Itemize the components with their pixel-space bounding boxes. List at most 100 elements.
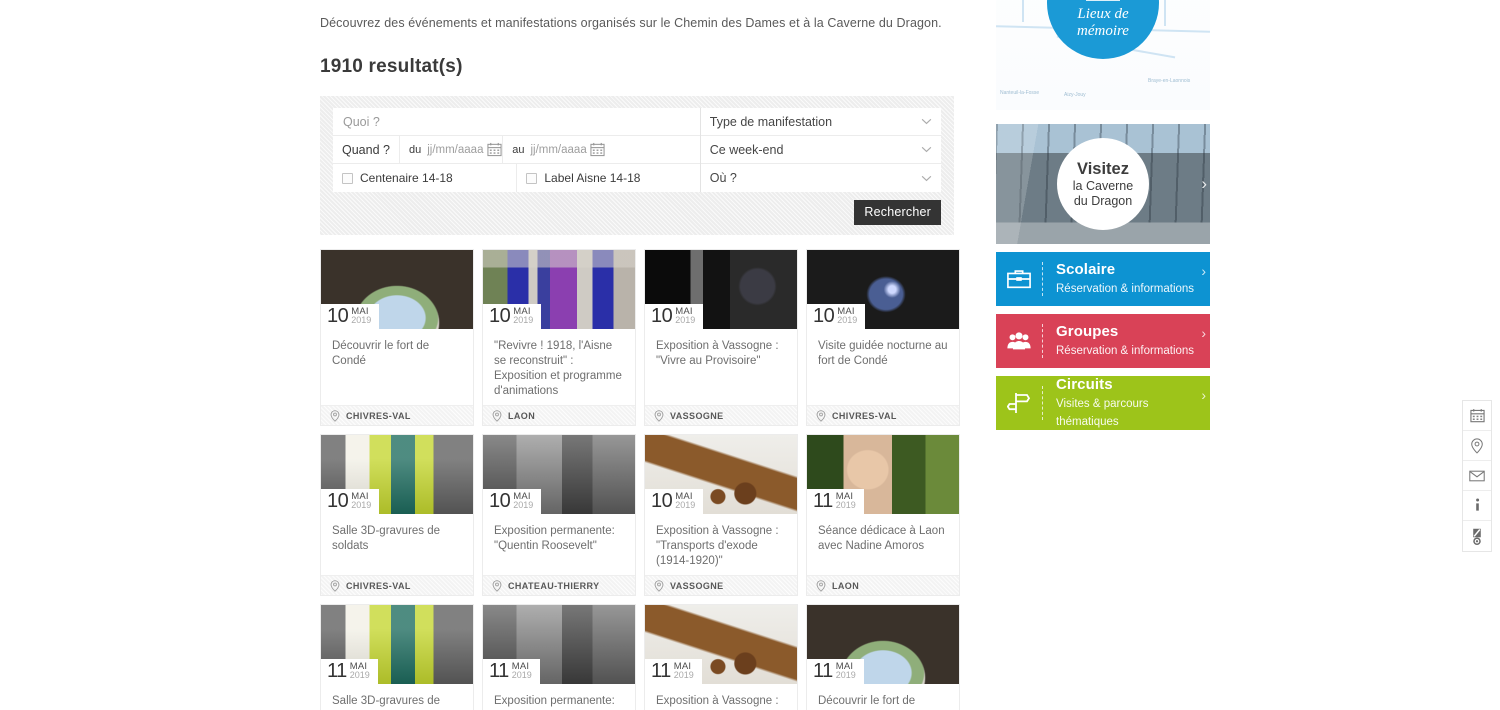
event-title: Exposition permanente: "Quentin Roosevel… bbox=[494, 695, 615, 707]
select-where[interactable]: Où ? bbox=[701, 164, 941, 192]
search-form-left: Quand ? du bbox=[333, 108, 700, 192]
microphone-icon bbox=[1473, 528, 1481, 545]
sidebar-button-scolaire[interactable]: Scolaire Réservation & informations › bbox=[996, 252, 1210, 306]
location-pin-icon bbox=[492, 579, 502, 592]
location-pin-icon bbox=[654, 579, 664, 592]
checkbox-centenaire[interactable]: Centenaire 14-18 bbox=[333, 164, 516, 192]
event-card-media: 11 MAI 2019 bbox=[483, 605, 635, 684]
event-card[interactable]: 11MAI2019 Salle 3D-gravures de soldats bbox=[320, 604, 474, 710]
event-card[interactable]: 10 MAI 2019 Visite guidée nocturne au fort … bbox=[806, 249, 960, 426]
event-date-day: 10 bbox=[651, 305, 673, 327]
event-date-badge: 10 MAI 2019 bbox=[321, 489, 380, 514]
toolbar-calendar-button[interactable] bbox=[1463, 401, 1491, 431]
search-input[interactable] bbox=[333, 108, 700, 135]
toolbar-audio-button[interactable] bbox=[1463, 521, 1491, 551]
event-card-media: 11 MAI 2019 bbox=[645, 605, 797, 684]
event-date-badge: 11 MAI 2019 bbox=[807, 659, 864, 684]
event-date-day: 10 bbox=[813, 305, 835, 327]
event-location: VASSOGNE bbox=[645, 575, 797, 595]
event-card-media: 11 MAI 2019 bbox=[807, 605, 959, 684]
event-location: CHIVRES-VAL bbox=[321, 575, 473, 595]
event-location-text: LAON bbox=[832, 580, 860, 591]
select-when[interactable]: Ce week-end bbox=[700, 136, 941, 164]
briefcase-icon bbox=[1007, 270, 1031, 289]
caverne-line-3: du Dragon bbox=[1073, 193, 1133, 208]
date-to-cell: au bbox=[502, 135, 606, 164]
event-date-day: 11 bbox=[489, 660, 509, 682]
event-title: Exposition à Vassogne : "Transports d'ex… bbox=[656, 525, 779, 567]
toolbar-contact-button[interactable] bbox=[1463, 461, 1491, 491]
event-date-year: 2019 bbox=[511, 670, 532, 680]
event-date-badge: 10 MAI 2019 bbox=[807, 304, 866, 329]
event-card-media: 10 MAI 2019 bbox=[321, 250, 473, 329]
event-card[interactable]: 10 MAI 2019 Découvrir le fort de Condé CHIVR… bbox=[320, 249, 474, 426]
sidebar-button-title: Circuits bbox=[1056, 376, 1113, 393]
event-location: CHATEAU-THIERRY bbox=[483, 575, 635, 595]
lieux-line-1: Lieux de bbox=[1077, 5, 1129, 22]
map-label: Nanteuil-la-Fosse bbox=[1000, 90, 1040, 96]
event-location-text: VASSOGNE bbox=[670, 580, 724, 591]
event-card[interactable]: 11MAI2019 Exposition à Vassogne : "Transp… bbox=[644, 604, 798, 710]
select-type-value: Type de manifestation bbox=[709, 114, 833, 129]
intro-text: Découvrez des événements et manifestatio… bbox=[320, 16, 942, 30]
page-root: Découvrez des événements et manifestatio… bbox=[0, 0, 1500, 710]
event-card[interactable]: 10 MAI 2019 "Revivre ! 1918, l'Aisne se rec… bbox=[482, 249, 636, 426]
main-content: Découvrez des événements et manifestatio… bbox=[320, 0, 960, 710]
caverne-line-2: la Caverne bbox=[1072, 178, 1134, 193]
sidebar-button-circuits[interactable]: Circuits Visites & parcours thématiques › bbox=[996, 376, 1210, 430]
promo-caverne-du-dragon[interactable]: Visitez la Caverne du Dragon › bbox=[996, 124, 1210, 244]
event-card-media: 11 MAI 2019 bbox=[807, 435, 959, 514]
location-pin-icon bbox=[654, 409, 664, 422]
checkbox-box[interactable] bbox=[526, 172, 538, 184]
event-location: LAON bbox=[807, 575, 959, 595]
sidebar: Pinon Vaud Neuf Fung Allemant Nanteuil-l… bbox=[996, 0, 1210, 430]
caverne-line-1: Visitez bbox=[1077, 159, 1129, 178]
checkbox-label-aisne[interactable]: Label Aisne 14-18 bbox=[516, 164, 699, 192]
select-type-manifestation[interactable]: Type de manifestation bbox=[700, 108, 941, 136]
select-where-value: Où ? bbox=[709, 171, 737, 185]
event-date-badge: 10 MAI 2019 bbox=[321, 304, 380, 329]
event-card-media: 10 MAI 2019 bbox=[645, 250, 797, 329]
floating-toolbar bbox=[1462, 400, 1492, 552]
checkbox-box[interactable] bbox=[342, 172, 353, 184]
signpost-icon bbox=[1007, 393, 1031, 413]
envelope-icon bbox=[1469, 470, 1485, 481]
info-icon bbox=[1475, 498, 1479, 511]
event-date-day: 10 bbox=[651, 490, 673, 512]
date-from-input[interactable] bbox=[425, 136, 488, 163]
checkbox-label-aisne-label: Label Aisne 14-18 bbox=[544, 171, 641, 185]
event-card[interactable]: 11MAI2019 Découvrir le fort de Condé bbox=[806, 604, 960, 710]
event-date-badge: 11 MAI 2019 bbox=[321, 659, 378, 684]
event-card-media: 10 MAI 2019 bbox=[645, 435, 797, 514]
event-card[interactable]: 10 MAI 2019 Exposition permanente: "Quentin… bbox=[482, 434, 636, 596]
quand-label: Quand ? bbox=[333, 135, 400, 164]
sidebar-button-groupes[interactable]: Groupes Réservation & informations › bbox=[996, 314, 1210, 368]
sidebar-button-subtitle: Visites & parcours thématiques bbox=[1056, 398, 1149, 428]
location-pin-icon bbox=[816, 409, 826, 422]
date-to-input[interactable] bbox=[528, 136, 591, 163]
search-form-right: Type de manifestation Ce week-end Où ? bbox=[699, 108, 941, 192]
event-date-day: 10 bbox=[489, 490, 511, 512]
calendar-icon[interactable] bbox=[487, 142, 502, 157]
calendar-icon[interactable] bbox=[590, 142, 606, 157]
toolbar-info-button[interactable] bbox=[1463, 491, 1491, 521]
search-submit-button[interactable]: Rechercher bbox=[854, 200, 941, 225]
location-pin-icon bbox=[816, 579, 826, 592]
event-location: CHIVRES-VAL bbox=[807, 405, 959, 425]
promo-lieux-de-memoire[interactable]: Pinon Vaud Neuf Fung Allemant Nanteuil-l… bbox=[996, 0, 1210, 110]
event-card[interactable]: 10 MAI 2019 Exposition à Vassogne : "Vivre … bbox=[644, 249, 798, 426]
location-pin-icon bbox=[1471, 437, 1483, 454]
event-card[interactable]: 11 MAI 2019 Séance dédicace à Laon avec Nad… bbox=[806, 434, 960, 596]
quand-row: Quand ? du jj/mm/aaaa au jj/mm/aaaa bbox=[333, 135, 700, 164]
sidebar-button-subtitle: Réservation & informations bbox=[1056, 345, 1195, 357]
event-location: LAON bbox=[483, 405, 635, 425]
event-location-text: CHIVRES-VAL bbox=[346, 580, 411, 591]
event-date-badge: 10 MAI 2019 bbox=[645, 489, 704, 514]
event-card[interactable]: 10 MAI 2019 Salle 3D-gravures de soldats CHI… bbox=[320, 434, 474, 596]
event-title: Découvrir le fort de Condé bbox=[332, 340, 430, 367]
event-card[interactable]: 11MAI2019 Exposition permanente: "Quentin… bbox=[482, 604, 636, 710]
chevron-right-icon: › bbox=[1201, 263, 1206, 279]
toolbar-location-button[interactable] bbox=[1463, 431, 1491, 461]
event-card[interactable]: 10 MAI 2019 Exposition à Vassogne : "Transp… bbox=[644, 434, 798, 596]
event-location-text: LAON bbox=[508, 410, 536, 421]
